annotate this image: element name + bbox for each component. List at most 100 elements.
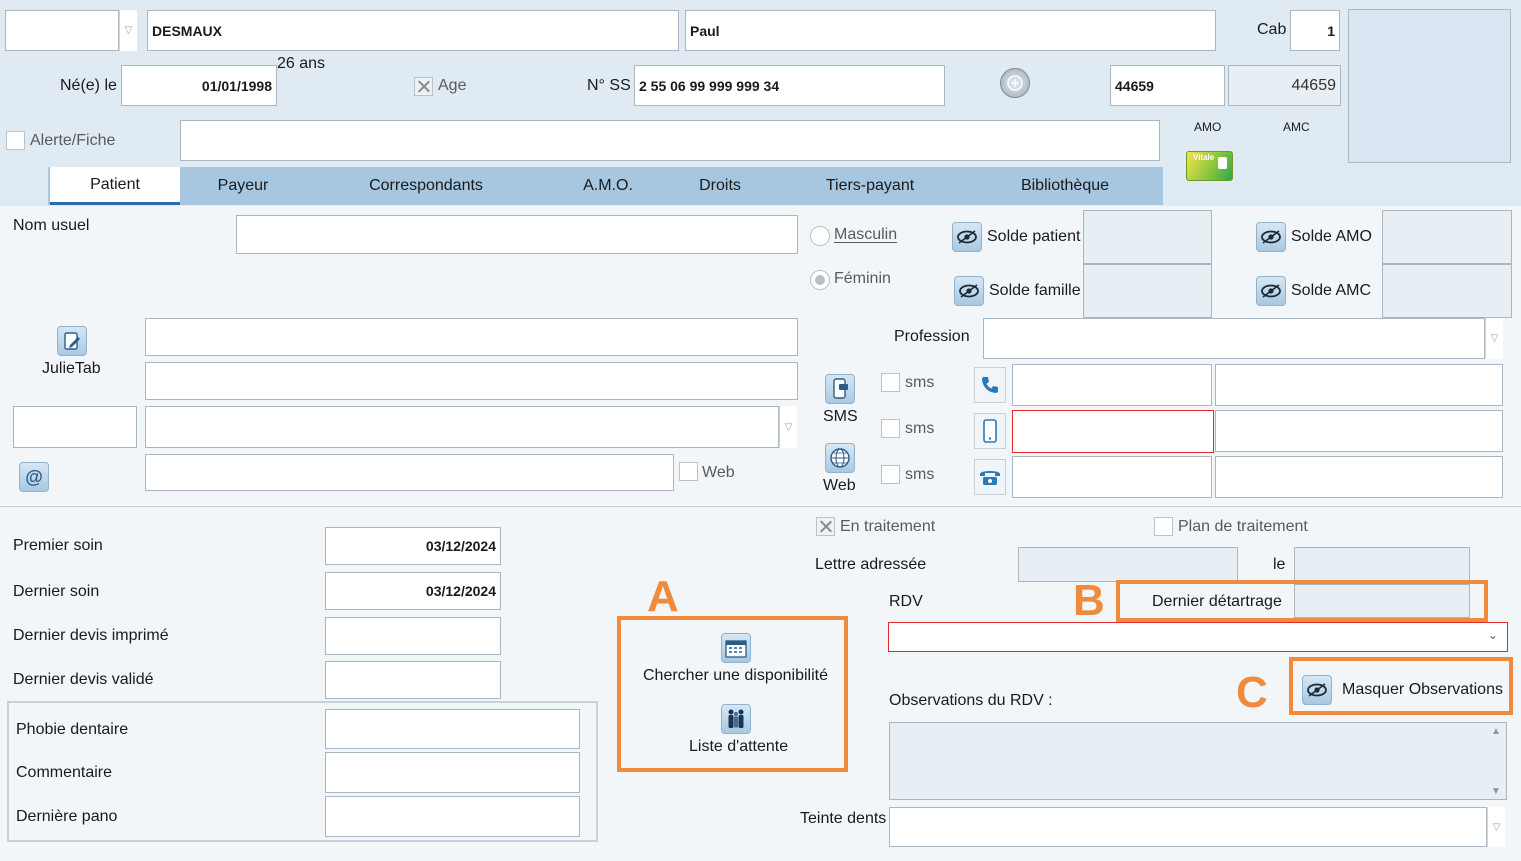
city-dropdown-arrow[interactable]: ▽	[779, 406, 797, 448]
premier-soin-label: Premier soin	[13, 537, 103, 554]
mobile-phone-note-input[interactable]	[1215, 410, 1503, 452]
vitale-card-icon[interactable]: Vitale	[1186, 151, 1233, 181]
alert-checkbox[interactable]	[6, 131, 25, 150]
alert-input[interactable]	[180, 120, 1160, 161]
feminin-label: Féminin	[834, 270, 891, 287]
eye-icon	[1261, 284, 1281, 298]
email-input[interactable]	[145, 454, 674, 491]
address-line2-input[interactable]	[145, 362, 798, 400]
observations-textarea	[889, 722, 1507, 800]
tab-amo[interactable]: A.M.O.	[568, 167, 648, 205]
age-text: 26 ans	[277, 55, 326, 72]
web-checkbox[interactable]	[679, 462, 698, 481]
nom-usuel-label: Nom usuel	[13, 217, 90, 234]
tab-payeur[interactable]: Payeur	[188, 167, 298, 205]
birth-date-label: Né(e) le	[60, 77, 117, 94]
julietab-button[interactable]	[57, 326, 87, 356]
sms-checkbox-3[interactable]	[881, 465, 900, 484]
sms-button[interactable]	[825, 374, 855, 404]
sms-checkbox-1[interactable]	[881, 373, 900, 392]
solde-patient-label: Solde patient	[987, 228, 1081, 245]
masquer-observations-button[interactable]	[1302, 675, 1332, 705]
rdv-select[interactable]	[888, 622, 1508, 652]
chercher-disponibilite-button[interactable]	[721, 633, 751, 663]
plan-traitement-checkbox[interactable]	[1154, 517, 1173, 536]
tab-droits[interactable]: Droits	[680, 167, 760, 205]
observations-scroll-down[interactable]: ▼	[1491, 786, 1501, 797]
eye-icon	[1307, 683, 1327, 697]
tab-tiers-payant[interactable]: Tiers-payant	[808, 167, 932, 205]
civility-dropdown-arrow[interactable]: ▽	[119, 10, 137, 51]
solde-amc-eye-button[interactable]	[1256, 276, 1286, 306]
liste-attente-button[interactable]	[721, 704, 751, 734]
postal-code-input[interactable]	[13, 406, 137, 448]
eye-icon	[1261, 230, 1281, 244]
rdv-label: RDV	[889, 593, 923, 610]
nom-usuel-input[interactable]	[236, 215, 798, 254]
birth-date-input[interactable]: 01/01/1998	[121, 65, 277, 106]
solde-amo-eye-button[interactable]	[1256, 222, 1286, 252]
lettre-adressee-input	[1018, 547, 1238, 582]
dernier-devis-imprime-input[interactable]	[325, 617, 501, 655]
solde-amc-value	[1382, 264, 1512, 318]
city-select[interactable]	[145, 406, 779, 448]
office-phone-icon	[974, 459, 1006, 495]
sms-label-3: sms	[905, 466, 935, 483]
alert-label: Alerte/Fiche	[30, 132, 116, 149]
patient-photo[interactable]	[1348, 9, 1511, 163]
masculin-radio[interactable]	[810, 226, 830, 246]
office-phone-input[interactable]	[1012, 456, 1212, 498]
eye-icon	[957, 230, 977, 244]
age-checkbox[interactable]	[414, 77, 433, 96]
tab-patient[interactable]: Patient	[50, 167, 180, 205]
last-name-input[interactable]: DESMAUX	[147, 10, 679, 51]
web-label: Web	[702, 464, 735, 481]
en-traitement-checkbox[interactable]	[816, 517, 835, 536]
nir-badge-icon[interactable]	[1000, 68, 1030, 98]
solde-patient-value	[1083, 210, 1212, 264]
solde-patient-eye-button[interactable]	[952, 222, 982, 252]
teinte-dents-dropdown-arrow[interactable]: ▽	[1487, 807, 1505, 847]
sms-button-label: SMS	[823, 408, 858, 425]
solde-famille-value	[1083, 264, 1212, 318]
dernier-devis-valide-input[interactable]	[325, 661, 501, 699]
web-button[interactable]	[825, 443, 855, 473]
profession-dropdown-arrow[interactable]: ▽	[1485, 318, 1503, 359]
ssn-label: N° SS	[587, 77, 631, 94]
commentaire-input[interactable]	[325, 752, 580, 793]
address-line1-input[interactable]	[145, 318, 798, 356]
julietab-label: JulieTab	[42, 360, 101, 377]
derniere-pano-input[interactable]	[325, 796, 580, 837]
feminin-radio[interactable]	[810, 270, 830, 290]
annotation-c: C	[1236, 668, 1268, 717]
phobie-input[interactable]	[325, 709, 580, 749]
liste-attente-label[interactable]: Liste d'attente	[689, 738, 788, 756]
masquer-observations-label[interactable]: Masquer Observations	[1342, 681, 1503, 699]
annotation-a: A	[647, 572, 679, 621]
teinte-dents-select[interactable]	[889, 807, 1487, 847]
civility-select[interactable]	[5, 10, 119, 51]
observations-scroll-up[interactable]: ▲	[1491, 726, 1501, 737]
phone-home-note-input[interactable]	[1215, 364, 1503, 406]
phone-home-input[interactable]	[1012, 364, 1212, 406]
sms-checkbox-2[interactable]	[881, 419, 900, 438]
ssn-input[interactable]: 2 55 06 99 999 999 34	[634, 65, 945, 106]
solde-famille-eye-button[interactable]	[954, 276, 984, 306]
rdv-dropdown-arrow[interactable]: ⌄	[1488, 628, 1504, 646]
phone-icon	[974, 367, 1006, 403]
sms-label-2: sms	[905, 420, 935, 437]
mobile-phone-input[interactable]	[1012, 410, 1214, 453]
first-name-input[interactable]: Paul	[685, 10, 1216, 51]
dernier-soin-input[interactable]: 03/12/2024	[325, 572, 501, 610]
tab-correspondants[interactable]: Correspondants	[348, 167, 504, 205]
section-divider	[0, 506, 1521, 507]
patient-id-input[interactable]: 44659	[1110, 65, 1225, 106]
premier-soin-input[interactable]: 03/12/2024	[325, 527, 501, 565]
solde-amo-value	[1382, 210, 1512, 264]
profession-select[interactable]	[983, 318, 1485, 359]
office-phone-note-input[interactable]	[1215, 456, 1503, 498]
email-button[interactable]: @	[19, 462, 49, 492]
tab-bibliotheque[interactable]: Bibliothèque	[1008, 167, 1122, 205]
chercher-disponibilite-label[interactable]: Chercher une disponibilité	[643, 667, 828, 685]
cab-input[interactable]: 1	[1290, 10, 1340, 51]
